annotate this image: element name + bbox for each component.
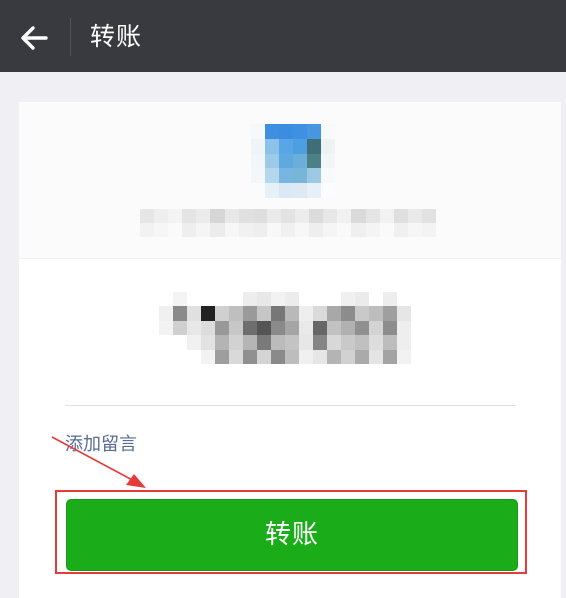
amount-divider	[65, 405, 516, 406]
payee-section	[19, 102, 561, 259]
header-divider	[70, 18, 71, 56]
arrow-left-icon	[21, 26, 48, 50]
amount-blurred	[159, 292, 425, 364]
back-button[interactable]	[14, 18, 54, 58]
payee-name-blurred	[140, 209, 436, 237]
add-note-link[interactable]: 添加留言	[65, 430, 137, 456]
annotation-highlight-box	[55, 490, 527, 574]
page-title: 转账	[90, 22, 143, 51]
payee-avatar	[251, 124, 335, 198]
top-bar: 转账	[0, 0, 566, 72]
